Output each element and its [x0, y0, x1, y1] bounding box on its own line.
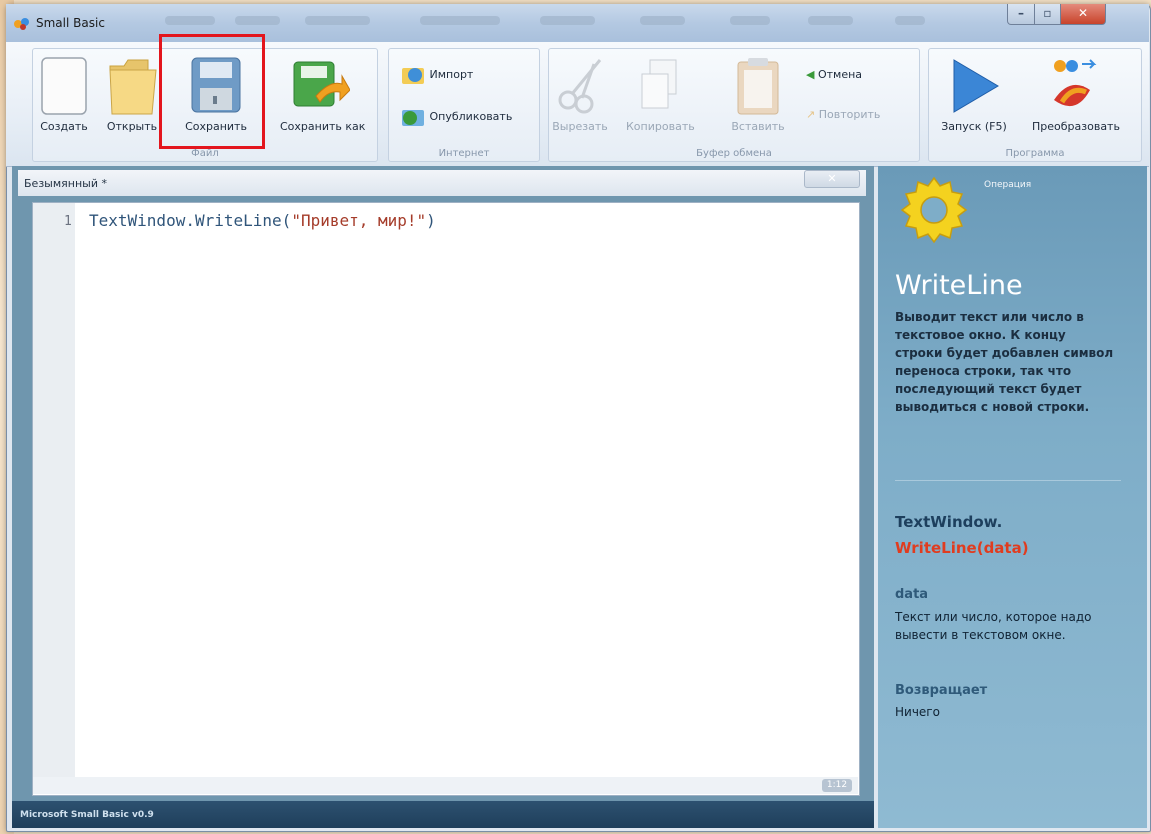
open-button-label: Открыть: [106, 120, 158, 133]
blurred-tab: [540, 16, 595, 25]
run-button-label: Запуск (F5): [941, 120, 1007, 133]
blurred-tab: [235, 16, 280, 25]
redo-button-label: Повторить: [818, 108, 881, 121]
code-editor[interactable]: [32, 202, 860, 796]
new-button[interactable]: Создать: [40, 56, 88, 152]
blurred-tab: [730, 16, 770, 25]
convert-button-label: Преобразовать: [1032, 120, 1120, 133]
blurred-tab: [420, 16, 500, 25]
copy-button-label: Копировать: [626, 120, 695, 133]
copy-button[interactable]: Копировать: [626, 56, 695, 152]
maximize-icon: ▫: [1043, 6, 1052, 20]
convert-icon: [1054, 59, 1097, 107]
close-icon: ✕: [827, 172, 837, 185]
code-object: TextWindow: [89, 211, 186, 230]
code-open-paren: (: [281, 211, 292, 230]
blurred-tab: [305, 16, 370, 25]
import-icon: [402, 68, 424, 84]
help-class-name: TextWindow.: [895, 513, 1003, 531]
minimize-icon: –: [1018, 6, 1024, 20]
save-as-button-label: Сохранить как: [280, 120, 366, 133]
close-button[interactable]: ✕: [1060, 4, 1106, 25]
help-section-label: Операция: [984, 180, 1032, 190]
undo-button[interactable]: ◀ Отмена: [806, 68, 862, 81]
save-highlight-box: [159, 34, 265, 149]
code-method: WriteLine: [194, 211, 282, 230]
document-close-button[interactable]: ✕: [804, 170, 860, 188]
internet-group-label: Интернет: [438, 148, 490, 159]
help-param-name: data: [895, 587, 929, 602]
play-icon: [953, 59, 999, 113]
code-line[interactable]: TextWindow.WriteLine("Привет, мир!"): [89, 211, 436, 230]
cut-button[interactable]: Вырезать: [552, 56, 608, 152]
publish-icon: [402, 110, 424, 126]
folder-icon: [109, 59, 157, 115]
publish-button-label: Опубликовать: [429, 110, 513, 123]
help-panel: [878, 166, 1147, 828]
code-dot: .: [185, 211, 195, 230]
gear-icon: [900, 176, 968, 244]
import-button[interactable]: Импорт: [400, 64, 473, 86]
publish-button[interactable]: Опубликовать: [400, 106, 512, 128]
redo-button[interactable]: ↗ Повторить: [806, 108, 880, 121]
help-divider: [895, 480, 1121, 481]
run-button[interactable]: Запуск (F5): [941, 56, 1007, 152]
close-icon: ✕: [1077, 6, 1089, 20]
blurred-tab: [165, 16, 215, 25]
scissors-icon: [558, 59, 602, 114]
blurred-tab: [640, 16, 685, 25]
save-as-button[interactable]: Сохранить как: [280, 56, 365, 152]
open-button[interactable]: Открыть: [107, 56, 157, 152]
undo-arrow-icon: ◀: [806, 68, 815, 81]
window-title: Small Basic: [36, 16, 105, 30]
copy-icon: [641, 59, 677, 109]
import-button-label: Импорт: [429, 68, 474, 81]
editor-bottom-bar: [33, 777, 858, 794]
blurred-tab: [808, 16, 853, 25]
help-title: WriteLine: [895, 270, 1023, 301]
zoom-indicator[interactable]: 1:12: [822, 779, 852, 792]
small-basic-logo-icon: [14, 18, 29, 30]
clipboard-icon: [737, 58, 779, 115]
help-returns-value: Ничего: [895, 705, 940, 719]
new-button-label: Создать: [40, 120, 88, 133]
paste-button-label: Вставить: [731, 120, 785, 133]
document-tab-bar: [18, 170, 866, 196]
maximize-button[interactable]: ▫: [1034, 4, 1061, 25]
convert-button[interactable]: Преобразовать: [1032, 56, 1120, 152]
save-as-icon: [293, 61, 350, 107]
line-number: 1: [64, 214, 72, 229]
undo-button-label: Отмена: [817, 68, 863, 81]
cut-button-label: Вырезать: [552, 120, 608, 133]
status-text: Microsoft Small Basic v0.9: [20, 810, 154, 820]
line-number-gutter: [33, 203, 75, 777]
code-string: "Привет, мир!": [291, 211, 427, 230]
document-title: Безымянный *: [24, 177, 107, 190]
help-signature: WriteLine(data): [895, 539, 1029, 557]
help-param-description: Текст или число, которое надо вывести в …: [895, 610, 1092, 642]
new-document-icon: [41, 57, 87, 115]
paste-button[interactable]: Вставить: [731, 56, 785, 152]
minimize-button[interactable]: –: [1007, 4, 1035, 25]
blurred-tab: [895, 16, 925, 25]
redo-arrow-icon: ↗: [806, 108, 816, 121]
code-close-paren: ): [426, 211, 436, 230]
help-returns-heading: Возвращает: [895, 683, 988, 698]
help-description: Выводит текст или число в текстовое окно…: [895, 310, 1114, 414]
